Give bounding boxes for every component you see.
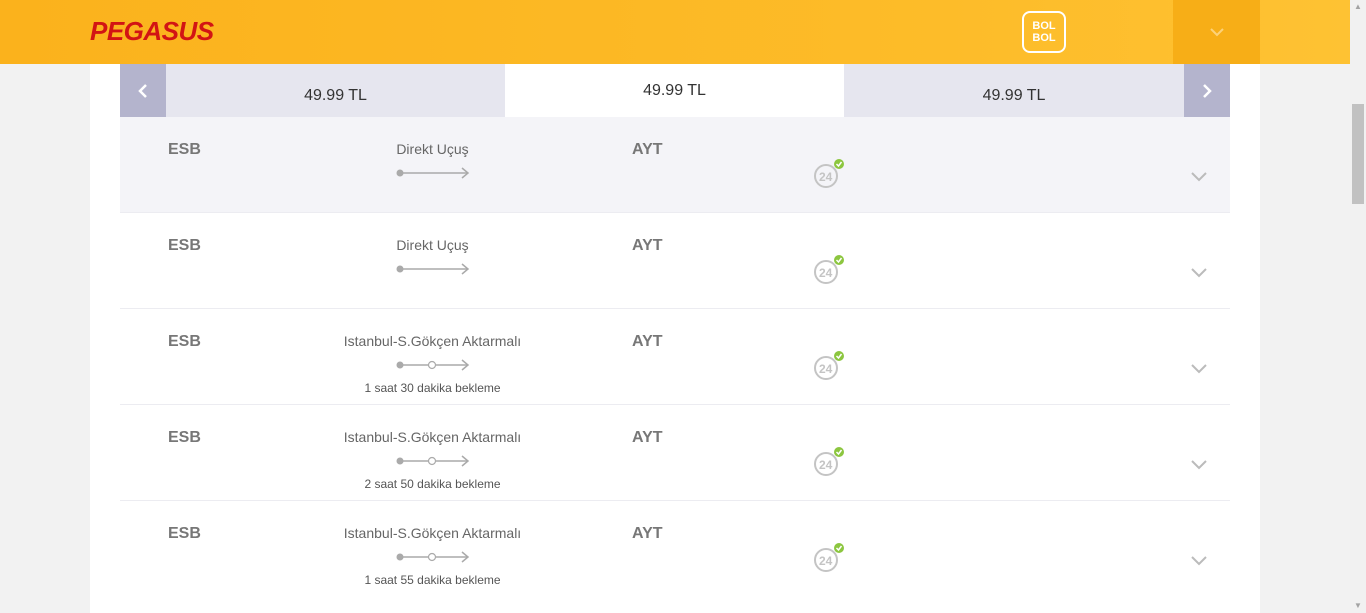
svg-text:24: 24: [819, 266, 833, 280]
route-label: Direkt Uçuş: [396, 141, 469, 157]
date-tab-prev[interactable]: 49.99 TL: [166, 64, 505, 117]
prev-date-button[interactable]: [120, 64, 166, 117]
layover-wait-text: 2 saat 50 dakika bekleme: [364, 477, 501, 491]
destination-code: AYT: [632, 333, 663, 350]
24h-check-icon: 24: [814, 255, 844, 284]
24h-check-icon: 24: [814, 543, 844, 572]
origin-code: ESB: [168, 141, 201, 158]
chevron-down-icon[interactable]: [1190, 363, 1208, 375]
flight-row[interactable]: ESB Istanbul-S.Gökçen Aktarmalı 2 saat 5…: [120, 405, 1230, 501]
chevron-down-icon[interactable]: [1190, 555, 1208, 567]
bolbol-logo[interactable]: BOL BOL: [1022, 11, 1066, 53]
date-tab-price: 49.99 TL: [982, 87, 1046, 104]
chevron-right-icon: [1203, 83, 1212, 98]
svg-text:24: 24: [819, 362, 833, 376]
account-menu-button[interactable]: [1173, 0, 1260, 64]
24h-check-icon: 24: [814, 159, 844, 188]
24h-check-icon: 24: [814, 447, 844, 476]
destination-code: AYT: [632, 429, 663, 446]
flight-row[interactable]: ESB Istanbul-S.Gökçen Aktarmalı 1 saat 5…: [120, 501, 1230, 597]
flight-row[interactable]: ESB Direkt Uçuş AYT 24: [120, 117, 1230, 213]
scroll-up-icon[interactable]: ▲: [1352, 0, 1364, 14]
svg-text:24: 24: [819, 170, 833, 184]
route-label: Istanbul-S.Gökçen Aktarmalı: [343, 429, 522, 445]
destination-code: AYT: [632, 525, 663, 542]
svg-text:24: 24: [819, 458, 833, 472]
header-bar: PEGASUS BOL BOL: [0, 0, 1350, 64]
layover-wait-text: 1 saat 30 dakika bekleme: [364, 381, 501, 395]
bolbol-line-2: BOL: [1032, 32, 1056, 44]
destination-code: AYT: [632, 237, 663, 254]
chevron-left-icon: [138, 83, 147, 98]
date-tab-next[interactable]: 49.99 TL: [844, 64, 1184, 117]
flight-row[interactable]: ESB Istanbul-S.Gökçen Aktarmalı 1 saat 3…: [120, 309, 1230, 405]
flight-row-partial: [120, 596, 1230, 613]
origin-code: ESB: [168, 429, 201, 446]
scroll-down-icon[interactable]: ▼: [1352, 599, 1364, 613]
bolbol-line-1: BOL: [1032, 20, 1056, 32]
24h-check-icon: 24: [814, 351, 844, 380]
connection-route-icon: [396, 455, 470, 467]
route-label: Istanbul-S.Gökçen Aktarmalı: [343, 333, 522, 349]
direct-route-icon: [396, 167, 470, 179]
chevron-down-icon[interactable]: [1190, 267, 1208, 279]
chevron-down-icon[interactable]: [1190, 459, 1208, 471]
chevron-down-icon[interactable]: [1190, 171, 1208, 183]
origin-code: ESB: [168, 333, 201, 350]
date-tab-price: 49.99 TL: [643, 82, 706, 99]
layover-wait-text: 1 saat 55 dakika bekleme: [364, 573, 501, 587]
pegasus-logo[interactable]: PEGASUS: [90, 16, 214, 47]
route-label: Istanbul-S.Gökçen Aktarmalı: [343, 525, 522, 541]
next-date-button[interactable]: [1184, 64, 1230, 117]
page-scrollbar[interactable]: [1350, 0, 1366, 613]
connection-route-icon: [396, 359, 470, 371]
svg-text:24: 24: [819, 554, 833, 568]
destination-code: AYT: [632, 141, 663, 158]
chevron-down-icon: [1209, 27, 1224, 36]
route-label: Direkt Uçuş: [396, 237, 469, 253]
scroll-thumb[interactable]: [1352, 104, 1364, 204]
direct-route-icon: [396, 263, 470, 275]
flight-row[interactable]: ESB Direkt Uçuş AYT 24: [120, 213, 1230, 309]
origin-code: ESB: [168, 237, 201, 254]
date-tab-selected[interactable]: 49.99 TL: [505, 64, 844, 117]
origin-code: ESB: [168, 525, 201, 542]
connection-route-icon: [396, 551, 470, 563]
date-tab-price: 49.99 TL: [304, 87, 367, 104]
